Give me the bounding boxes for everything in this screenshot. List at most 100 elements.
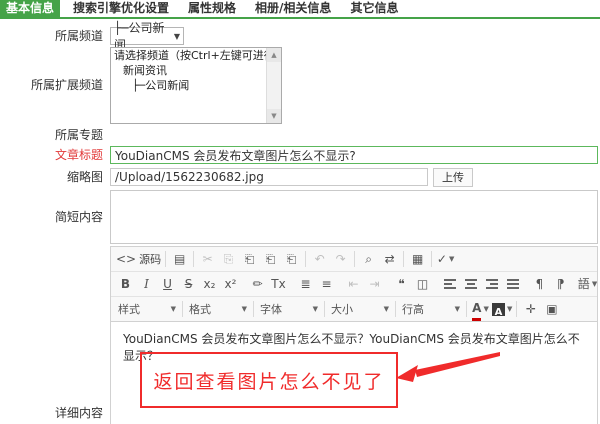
numbered-list-icon[interactable]: ≣ (296, 274, 315, 294)
ext-channel-option-2[interactable]: ├─公司新闻 (111, 78, 266, 93)
source-button-label: 源码 (139, 251, 161, 267)
language-icon[interactable]: 語▼ (578, 274, 597, 294)
article-edit-page: 基本信息搜索引擎优化设置属性规格相册/相关信息其它信息 所属频道 ├─公司新闻 … (0, 0, 600, 424)
channel-select[interactable]: ├─公司新闻 ▼ (110, 27, 184, 45)
chevron-down-icon: ▼ (483, 305, 488, 313)
format-combo[interactable]: 格式 ▼ (186, 299, 250, 319)
toolbar-separator (165, 251, 166, 267)
channel-label: 所属频道 (0, 28, 103, 45)
maximize-icon[interactable]: ✛ (521, 299, 540, 319)
toolbar-separator (354, 251, 355, 267)
chevron-down-icon: ▼ (592, 280, 597, 288)
align-justify-icon[interactable] (503, 274, 522, 294)
short-content-textarea[interactable] (110, 190, 598, 244)
toolbar-separator (305, 251, 306, 267)
toolbar-separator (182, 301, 183, 317)
align-center-icon[interactable] (461, 274, 480, 294)
remove-format-icon[interactable]: Tx (269, 274, 288, 294)
create-div-icon[interactable]: ◫ (413, 274, 432, 294)
bulleted-list-icon[interactable]: ≡ (317, 274, 336, 294)
toolbar-separator (253, 301, 254, 317)
editor-content[interactable]: YouDianCMS 会员发布文章图片怎么不显示？YouDianCMS 会员发布… (111, 322, 597, 424)
thumbnail-label: 缩略图 (0, 169, 103, 186)
blockquote-icon[interactable]: ❝ (392, 274, 411, 294)
paste-icon[interactable]: ⎗ (240, 249, 259, 269)
bold-icon[interactable]: B (116, 274, 135, 294)
listbox-scrollbar[interactable]: ▲ ▼ (266, 48, 281, 123)
font-combo-label: 字体 (260, 301, 282, 317)
select-all-icon[interactable]: ▦ (408, 249, 427, 269)
chevron-down-icon: ▼ (455, 305, 460, 313)
toolbar-separator (516, 301, 517, 317)
outdent-icon: ⇤ (344, 274, 363, 294)
detail-content-label: 详细内容 (0, 405, 103, 422)
spellcheck-icon[interactable]: ✓▼ (436, 249, 455, 269)
styles-combo[interactable]: 样式 ▼ (115, 299, 179, 319)
bidi-ltr-icon[interactable]: ¶ (530, 274, 549, 294)
undo-icon: ↶ (310, 249, 329, 269)
format-combo-label: 格式 (189, 301, 211, 317)
superscript-icon[interactable]: x² (221, 274, 240, 294)
tab-attribute-spec[interactable]: 属性规格 (182, 0, 242, 17)
editor-content-text: YouDianCMS 会员发布文章图片怎么不显示？YouDianCMS 会员发布… (123, 330, 585, 364)
line-height-combo[interactable]: 行高 ▼ (399, 299, 463, 319)
ext-channel-listbox[interactable]: 请选择频道（按Ctrl+左键可进行多选）新闻资讯├─公司新闻 ▲ ▼ (110, 47, 282, 124)
ext-channel-label: 所属扩展频道 (0, 47, 103, 124)
new-page-icon[interactable]: ▤ (170, 249, 189, 269)
paste-word-icon[interactable]: ⎗ (282, 249, 301, 269)
size-combo[interactable]: 大小 ▼ (328, 299, 392, 319)
chevron-down-icon: ▼ (313, 305, 318, 313)
ext-channel-option-1[interactable]: 新闻资讯 (111, 63, 266, 78)
align-left-icon[interactable] (440, 274, 459, 294)
topic-label: 所属专题 (0, 127, 103, 144)
chevron-down-icon: ▼ (171, 305, 176, 313)
toolbar-separator (395, 301, 396, 317)
source-icon[interactable]: <>源码 (116, 249, 161, 269)
title-input[interactable] (110, 146, 598, 164)
show-blocks-icon[interactable]: ▣ (542, 299, 561, 319)
chevron-down-icon: ▼ (174, 32, 180, 41)
italic-icon[interactable]: I (137, 274, 156, 294)
styles-combo-label: 样式 (118, 301, 140, 317)
tab-album-related[interactable]: 相册/相关信息 (249, 0, 337, 17)
title-label: 文章标题 (0, 147, 103, 164)
bidi-rtl-icon[interactable]: ¶ (551, 274, 570, 294)
subscript-icon[interactable]: x₂ (200, 274, 219, 294)
tab-basic-info[interactable]: 基本信息 (0, 0, 60, 17)
text-color-icon[interactable]: A▼ (471, 299, 490, 319)
size-combo-label: 大小 (331, 301, 353, 317)
rich-text-editor: <>源码▤✂⎘⎗⎗⎗↶↷⌕⇄▦✓▼ BIUSx₂x²✏Tx≣≡⇤⇥❝◫¶¶語▼∞… (110, 246, 598, 424)
editor-toolbar-row-2: BIUSx₂x²✏Tx≣≡⇤⇥❝◫¶¶語▼∞∞⚑▨ (111, 272, 597, 297)
tab-seo-settings[interactable]: 搜索引擎优化设置 (67, 0, 175, 17)
toolbar-separator (324, 301, 325, 317)
editor-toolbar-row-3: 样式▼格式▼字体▼大小▼行高▼A▼A▼✛▣ (111, 297, 597, 322)
underline-icon[interactable]: U (158, 274, 177, 294)
toolbar-separator (193, 251, 194, 267)
line-height-combo-label: 行高 (402, 301, 424, 317)
chevron-down-icon: ▼ (507, 305, 512, 313)
find-icon[interactable]: ⌕ (359, 249, 378, 269)
upload-button[interactable]: 上传 (433, 168, 473, 187)
tab-other-info[interactable]: 其它信息 (344, 0, 404, 17)
ext-channel-option-0[interactable]: 请选择频道（按Ctrl+左键可进行多选） (111, 48, 266, 63)
short-content-label: 简短内容 (0, 190, 103, 244)
tabbar: 基本信息搜索引擎优化设置属性规格相册/相关信息其它信息 (0, 0, 600, 19)
scroll-down-icon[interactable]: ▼ (267, 109, 281, 123)
align-right-icon[interactable] (482, 274, 501, 294)
thumbnail-input[interactable] (110, 168, 428, 186)
chevron-down-icon: ▼ (449, 255, 454, 263)
font-combo[interactable]: 字体 ▼ (257, 299, 321, 319)
toolbar-separator (466, 301, 467, 317)
replace-icon[interactable]: ⇄ (380, 249, 399, 269)
chevron-down-icon: ▼ (242, 305, 247, 313)
redo-icon: ↷ (331, 249, 350, 269)
bg-color-icon[interactable]: A▼ (492, 299, 512, 319)
strike-icon[interactable]: S (179, 274, 198, 294)
editor-toolbar-row-1: <>源码▤✂⎘⎗⎗⎗↶↷⌕⇄▦✓▼ (111, 247, 597, 272)
paste-text-icon[interactable]: ⎗ (261, 249, 280, 269)
scroll-up-icon[interactable]: ▲ (267, 48, 281, 62)
toolbar-separator (403, 251, 404, 267)
copy-format-icon[interactable]: ✏ (248, 274, 267, 294)
chevron-down-icon: ▼ (384, 305, 389, 313)
cut-icon: ✂ (198, 249, 217, 269)
